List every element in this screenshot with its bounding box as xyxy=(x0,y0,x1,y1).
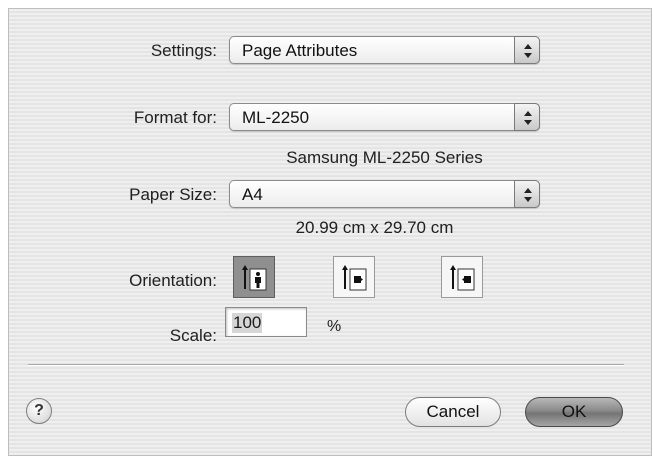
paper-size-label: Paper Size: xyxy=(129,185,217,204)
popup-arrows-icon xyxy=(514,36,540,64)
format-for-label: Format for: xyxy=(133,108,217,127)
paper-size-popup-value: A4 xyxy=(242,185,263,204)
printer-description: Samsung ML-2250 Series xyxy=(286,148,483,167)
portrait-person-icon xyxy=(242,265,267,291)
paper-dimensions: 20.99 cm x 29.70 cm xyxy=(295,218,454,237)
settings-label: Settings: xyxy=(150,41,217,60)
help-button[interactable]: ? xyxy=(26,398,52,424)
ok-button[interactable]: OK xyxy=(525,397,623,427)
paper-size-popup[interactable]: A4 xyxy=(229,180,540,208)
scale-label: Scale: xyxy=(169,326,217,345)
format-for-popup-value: ML-2250 xyxy=(242,108,310,127)
popup-arrows-icon xyxy=(514,180,540,208)
scale-input-value: 100 xyxy=(232,313,263,333)
cancel-button[interactable]: Cancel xyxy=(405,397,501,427)
landscape-left-icon xyxy=(342,265,367,291)
settings-popup[interactable]: Page Attributes xyxy=(229,36,540,64)
scale-percent-unit: % xyxy=(327,318,342,335)
landscape-right-icon xyxy=(450,265,475,291)
orientation-portrait-button[interactable] xyxy=(233,256,275,298)
popup-arrows-icon xyxy=(514,103,540,131)
format-for-popup[interactable]: ML-2250 xyxy=(229,103,540,131)
orientation-landscape-left-button[interactable] xyxy=(333,256,375,298)
scale-input[interactable]: 100 xyxy=(225,307,307,337)
settings-popup-value: Page Attributes xyxy=(242,41,358,60)
orientation-label: Orientation: xyxy=(129,271,217,290)
orientation-landscape-right-button[interactable] xyxy=(441,256,483,298)
divider xyxy=(28,364,624,366)
